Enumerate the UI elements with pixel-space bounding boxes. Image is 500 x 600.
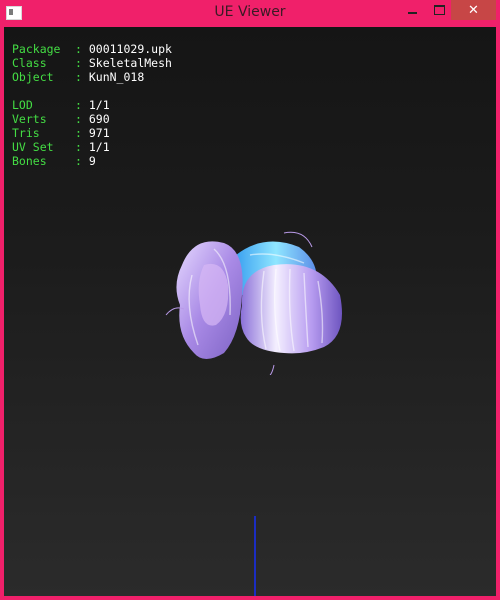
info-value: SkeletalMesh [88,56,172,70]
mesh-info-overlay: Package: 00011029.upk Class: SkeletalMes… [12,42,172,168]
origin-axis-line [254,516,256,596]
info-label: UV Set [12,140,54,154]
info-value: 00011029.upk [88,42,172,56]
hair-right-bun [240,264,342,354]
info-row-package: Package: 00011029.upk [12,42,172,56]
minimize-button[interactable] [399,0,426,20]
close-icon: ✕ [468,2,479,18]
info-row-tris: Tris: 971 [12,126,110,140]
info-row-lod: LOD: 1/1 [12,98,110,112]
info-label: LOD [12,98,33,112]
info-row-bones: Bones: 9 [12,154,96,168]
info-value: 1/1 [88,140,110,154]
info-row-verts: Verts: 690 [12,112,110,126]
app-window: UE Viewer ✕ Package: 00011029.upk Class:… [0,0,500,600]
maximize-icon [434,5,445,15]
3d-viewport[interactable]: Package: 00011029.upk Class: SkeletalMes… [4,27,496,596]
info-label: Tris [12,126,40,140]
info-row-class: Class: SkeletalMesh [12,56,172,70]
info-row-object: Object: KunN_018 [12,70,145,84]
title-bar[interactable]: UE Viewer ✕ [0,0,500,27]
info-row-uvset: UV Set: 1/1 [12,140,110,154]
minimize-icon [408,12,417,14]
hair-mesh-model[interactable] [154,225,354,375]
info-label: Package [12,42,61,56]
info-value: 1/1 [88,98,110,112]
info-label: Bones [12,154,47,168]
info-value: 9 [88,154,96,168]
maximize-button[interactable] [426,0,453,20]
info-value: KunN_018 [88,70,145,84]
info-label: Class [12,56,47,70]
info-value: 690 [88,112,110,126]
info-label: Verts [12,112,47,126]
close-button[interactable]: ✕ [451,0,496,20]
info-value: 971 [88,126,110,140]
info-label: Object [12,70,54,84]
